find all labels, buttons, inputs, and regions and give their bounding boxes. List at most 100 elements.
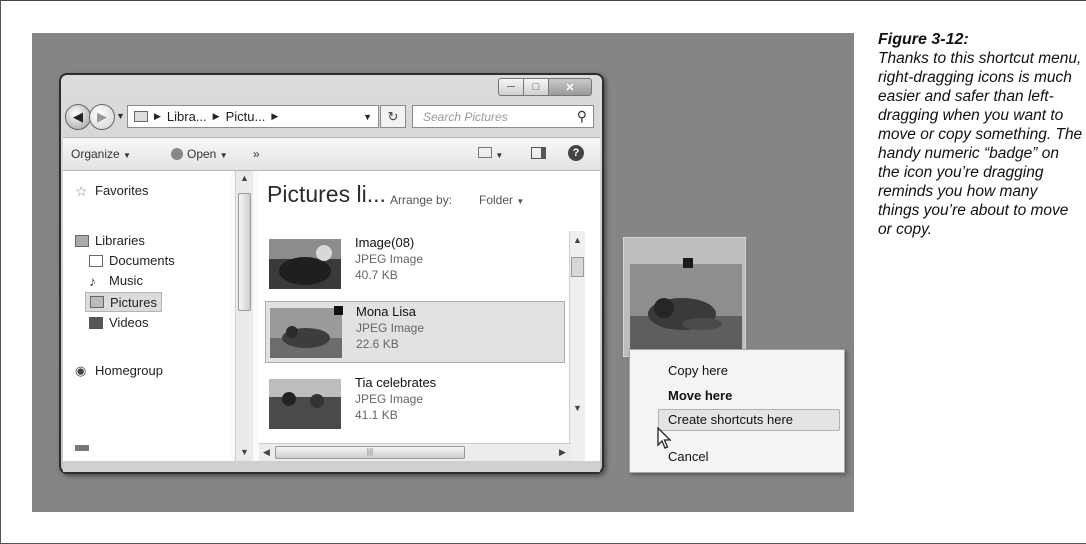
libraries-icon	[75, 234, 89, 247]
open-menu[interactable]: Open ▼	[171, 147, 228, 161]
command-bar: Organize ▼ Open ▼ » ▼ ?	[63, 137, 600, 171]
chevron-down-icon: ▼	[495, 151, 504, 160]
nav-favorites-label: Favorites	[95, 183, 149, 198]
arrange-by-value: Folder	[479, 193, 514, 207]
nav-music[interactable]: ♪ Music	[89, 273, 143, 288]
file-meta: Tia celebrates JPEG Image 41.1 KB	[355, 375, 436, 423]
address-dropdown-icon[interactable]: ▼	[363, 112, 372, 122]
screenshot-figure: ─ □ ✕ ◀ ▶ ▼ ▶ Libra... ▶ Pictu... ▶ ▼ ↻ …	[32, 33, 854, 512]
nav-music-label: Music	[109, 273, 143, 288]
nav-libraries[interactable]: Libraries	[75, 233, 145, 248]
search-placeholder: Search Pictures	[423, 109, 508, 124]
nav-homegroup[interactable]: ◉ Homegroup	[75, 363, 163, 378]
dragged-file-icon[interactable]	[623, 237, 746, 357]
menu-item-cancel[interactable]: Cancel	[668, 449, 708, 464]
back-button[interactable]: ◀	[65, 104, 91, 130]
horizontal-scrollbar[interactable]: ◀ ||| ▶	[259, 443, 571, 461]
file-pane: Pictures li... Arrange by: Folder ▼ Imag…	[259, 171, 600, 463]
explorer-content: ☆ Favorites Libraries Documents ♪ Music Pi…	[63, 171, 600, 463]
breadcrumb-libraries[interactable]: Libra...	[167, 109, 207, 124]
file-size: 41.1 KB	[355, 408, 398, 422]
nav-favorites[interactable]: ☆ Favorites	[75, 183, 148, 198]
chevron-down-icon: ▼	[516, 197, 525, 206]
chevron-down-icon: ▼	[123, 151, 131, 160]
breadcrumb-separator-icon: ▶	[212, 111, 220, 121]
file-type: JPEG Image	[355, 252, 424, 266]
pictures-icon	[90, 296, 104, 308]
scrollbar-thumb[interactable]: |||	[275, 446, 465, 459]
scroll-right-arrow-icon[interactable]: ▶	[559, 447, 566, 458]
nav-pictures[interactable]: Pictures	[85, 292, 162, 312]
selection-badge	[334, 306, 343, 315]
menu-item-copy-here[interactable]: Copy here	[668, 363, 728, 378]
navigation-pane: ☆ Favorites Libraries Documents ♪ Music Pi…	[63, 171, 231, 461]
file-type: JPEG Image	[355, 392, 424, 406]
menu-item-create-shortcuts-here[interactable]: Create shortcuts here	[668, 412, 793, 427]
organize-menu[interactable]: Organize ▼	[71, 147, 131, 161]
file-meta: Image(08) JPEG Image 40.7 KB	[355, 235, 423, 283]
arrange-by-dropdown[interactable]: Folder ▼	[479, 193, 524, 207]
nav-documents[interactable]: Documents	[89, 253, 175, 268]
file-name: Mona Lisa	[356, 304, 416, 319]
nav-documents-label: Documents	[109, 253, 175, 268]
scrollbar-thumb[interactable]	[571, 257, 584, 277]
maximize-button[interactable]: □	[523, 78, 549, 96]
forward-button[interactable]: ▶	[89, 104, 115, 130]
open-label: Open	[187, 147, 217, 161]
documents-icon	[89, 254, 103, 267]
organize-label: Organize	[71, 147, 120, 161]
nav-pictures-label: Pictures	[110, 294, 157, 310]
menu-item-move-here[interactable]: Move here	[668, 388, 732, 403]
arrange-by-label: Arrange by:	[390, 193, 453, 207]
refresh-button[interactable]: ↻	[380, 105, 406, 128]
preview-pane-icon	[531, 147, 546, 159]
scroll-down-arrow-icon[interactable]: ▼	[573, 403, 582, 413]
library-folder-icon	[134, 111, 148, 122]
scroll-down-arrow-icon[interactable]: ▼	[240, 447, 249, 457]
scroll-up-arrow-icon[interactable]: ▲	[573, 235, 582, 245]
more-commands-button[interactable]: »	[253, 147, 260, 161]
file-type: JPEG Image	[356, 321, 425, 335]
file-size: 40.7 KB	[355, 268, 398, 282]
search-input[interactable]: Search Pictures ⚲	[412, 105, 594, 128]
navigation-scrollbar[interactable]: ▲ ▼	[235, 171, 253, 461]
file-item-selected[interactable]: Mona Lisa JPEG Image 22.6 KB	[265, 301, 565, 363]
file-name: Tia celebrates	[355, 375, 437, 390]
view-icon	[478, 147, 492, 158]
drag-count-badge	[683, 258, 693, 268]
nav-videos[interactable]: Videos	[89, 315, 149, 330]
preview-pane-button[interactable]	[531, 147, 546, 162]
status-bar	[63, 461, 600, 472]
nav-computer[interactable]	[75, 443, 95, 453]
breadcrumb-pictures[interactable]: Pictu...	[226, 109, 266, 124]
context-menu: Copy here Move here Create shortcuts her…	[629, 349, 845, 473]
help-button[interactable]: ?	[568, 145, 584, 161]
close-button[interactable]: ✕	[548, 78, 592, 96]
open-app-icon	[171, 148, 183, 160]
scroll-up-arrow-icon[interactable]: ▲	[240, 173, 249, 183]
file-item[interactable]: Image(08) JPEG Image 40.7 KB	[265, 233, 565, 295]
file-list-scrollbar[interactable]: ▲ ▼	[569, 231, 585, 463]
address-box[interactable]: ▶ Libra... ▶ Pictu... ▶ ▼	[127, 105, 379, 128]
file-size: 22.6 KB	[356, 337, 399, 351]
photo-thumbnail	[270, 308, 342, 358]
address-bar-row: ◀ ▶ ▼ ▶ Libra... ▶ Pictu... ▶ ▼ ↻ Search…	[65, 103, 597, 131]
mouse-pointer-icon	[657, 427, 672, 449]
scrollbar-thumb[interactable]	[238, 193, 251, 311]
nav-homegroup-label: Homegroup	[95, 363, 163, 378]
scroll-left-arrow-icon[interactable]: ◀	[263, 447, 270, 458]
forward-arrow-icon: ▶	[97, 109, 107, 124]
window-caption-buttons: ─ □ ✕	[498, 78, 592, 96]
minimize-button[interactable]: ─	[498, 78, 524, 96]
breadcrumb-separator-icon: ▶	[154, 111, 161, 121]
figure-caption: Figure 3-12: Thanks to this shortcut men…	[878, 30, 1083, 239]
recent-pages-dropdown-icon[interactable]: ▼	[116, 111, 125, 121]
nav-libraries-label: Libraries	[95, 233, 145, 248]
dragged-photo-thumbnail	[630, 264, 742, 350]
view-options-button[interactable]: ▼	[478, 147, 503, 161]
figure-caption-title: Figure 3-12:	[878, 31, 969, 48]
file-item[interactable]: Tia celebrates JPEG Image 41.1 KB	[265, 373, 565, 433]
figure-caption-body: Thanks to this shortcut menu, right-drag…	[878, 50, 1083, 238]
file-list: Image(08) JPEG Image 40.7 KB Mona Lisa J…	[259, 231, 600, 463]
photo-thumbnail	[269, 379, 341, 429]
